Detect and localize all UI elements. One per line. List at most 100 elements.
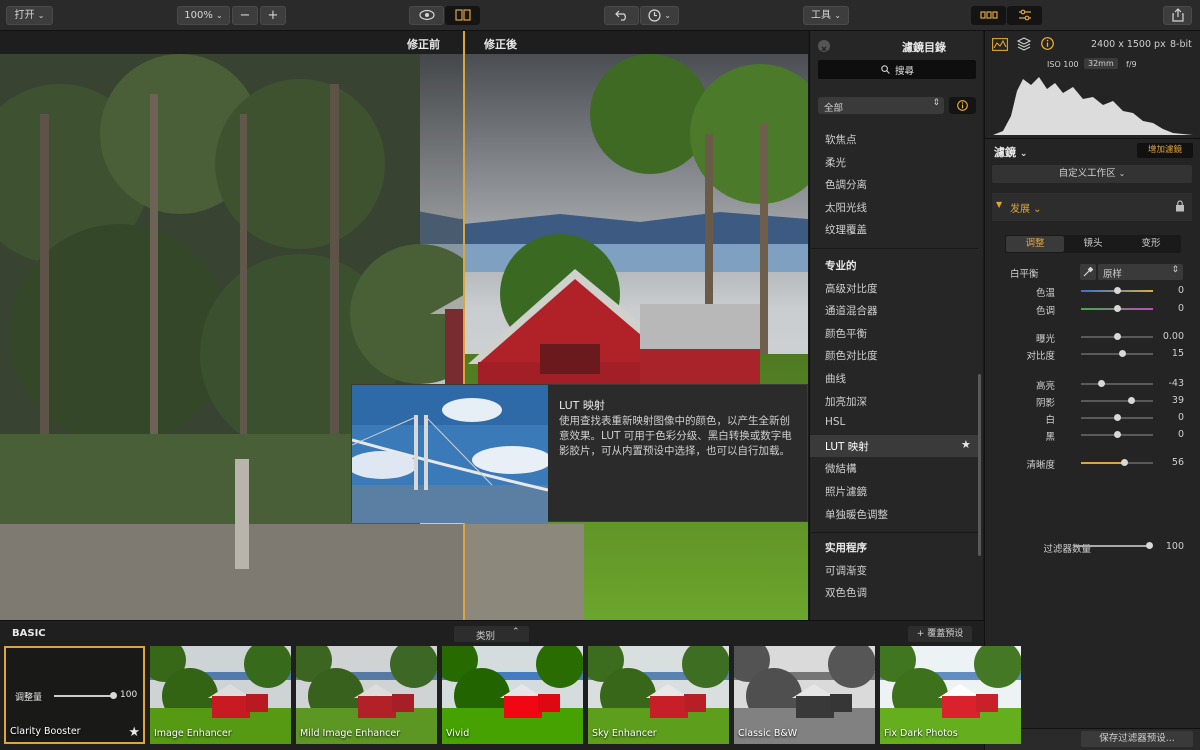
slider-knob[interactable] xyxy=(1097,380,1105,387)
preset-thumbnail[interactable]: Mild Image Enhancer xyxy=(296,646,437,744)
tab-lens[interactable]: 镜头 xyxy=(1064,236,1122,252)
overlay-preset-button[interactable]: + 覆蓋預设 xyxy=(908,626,972,642)
catalog-filter-item[interactable]: 微結構 xyxy=(825,461,857,476)
catalog-filter-item[interactable]: 柔光 xyxy=(825,155,846,170)
save-filter-preset-button[interactable]: 保存过滤器预设... xyxy=(1081,731,1193,747)
preset-thumbnail[interactable]: Classic B&W xyxy=(734,646,875,744)
layers-icon[interactable] xyxy=(1017,37,1031,51)
zoom-in-button[interactable]: + xyxy=(260,6,286,25)
split-view-button[interactable] xyxy=(445,6,480,25)
adjustment-slider[interactable] xyxy=(1081,397,1153,404)
preset-amount-knob[interactable] xyxy=(110,692,117,699)
workspace-select[interactable]: 自定义工作区 ⌄ xyxy=(992,165,1192,183)
info-icon[interactable] xyxy=(1041,37,1054,50)
catalog-filter-item[interactable]: 软焦点 xyxy=(825,132,857,147)
preset-amount-slider[interactable] xyxy=(54,692,117,699)
catalog-filter-item[interactable]: 可调渐变 xyxy=(825,563,867,578)
favorite-star-icon[interactable]: ★ xyxy=(961,438,971,451)
adjustments-toggle-button[interactable] xyxy=(1007,6,1042,25)
catalog-filter-item[interactable]: 加亮加深 xyxy=(825,394,867,409)
catalog-filter-item[interactable]: 颜色平衡 xyxy=(825,326,867,341)
chevron-up-icon: ⌃ xyxy=(512,627,520,637)
lock-icon[interactable] xyxy=(1175,200,1185,212)
adjustment-slider[interactable] xyxy=(1081,350,1153,357)
tab-adjust[interactable]: 调整 xyxy=(1006,236,1064,252)
adjustment-slider[interactable] xyxy=(1081,380,1153,387)
filter-tooltip: LUT 映射 使用查找表重新映射图像中的颜色，以产生全新创意效果。LUT 可用于… xyxy=(351,384,808,523)
preset-thumbnail[interactable]: Vivid xyxy=(442,646,583,744)
catalog-filter-item[interactable]: 照片濾鏡 xyxy=(825,484,867,499)
chevron-down-icon: ⌄ xyxy=(37,11,45,20)
slider-knob[interactable] xyxy=(1120,459,1128,466)
catalog-category-select[interactable]: 全部 ⇕ xyxy=(818,97,944,114)
adjustment-slider[interactable] xyxy=(1081,333,1153,340)
history-button[interactable]: ⌄ xyxy=(640,6,679,25)
preset-thumbnail[interactable]: Image Enhancer xyxy=(150,646,291,744)
before-image xyxy=(0,54,464,620)
preset-category-select[interactable]: 类别 ⌃ xyxy=(454,626,529,642)
develop-section-header[interactable]: ▼ 发展 ⌄ xyxy=(992,193,1192,221)
catalog-filter-item[interactable]: 双色色调 xyxy=(825,585,867,600)
catalog-filter-item[interactable]: 色調分离 xyxy=(825,177,867,192)
catalog-filter-item[interactable]: HSL xyxy=(825,416,845,428)
histogram-icon[interactable] xyxy=(992,38,1008,51)
eyedropper-button[interactable] xyxy=(1080,264,1096,280)
tab-transform[interactable]: 变形 xyxy=(1122,236,1180,252)
clock-icon xyxy=(648,8,661,22)
adjustment-slider[interactable] xyxy=(1081,431,1153,438)
catalog-search-field[interactable]: 搜尋 xyxy=(818,60,976,79)
bit-depth: 8-bit xyxy=(1170,39,1192,50)
slider-knob[interactable] xyxy=(1113,414,1121,421)
catalog-filter-item[interactable]: 曲线 xyxy=(825,371,846,386)
tools-menu-button[interactable]: 工具 ⌄ xyxy=(803,6,849,25)
preset-thumbnail[interactable]: Fix Dark Photos xyxy=(880,646,1021,744)
preset-thumbnail[interactable]: 调整量 100 ★ Clarity Booster xyxy=(4,646,145,744)
filter-amount-label: 过滤器数量 xyxy=(1043,544,1091,555)
preset-group-label: BASIC xyxy=(12,628,46,639)
white-balance-select[interactable]: 原样 ⇕ xyxy=(1098,264,1183,280)
undo-button[interactable] xyxy=(604,6,639,25)
slider-knob[interactable] xyxy=(1113,305,1121,312)
zoom-select[interactable]: 100% ⌄ xyxy=(177,6,230,25)
slider-knob[interactable] xyxy=(1113,431,1121,438)
adjustments-panel: 2400 x 1500 px 8-bit ISO 100 32mm f/9 濾鏡… xyxy=(984,31,1200,750)
slider-label: 色调 xyxy=(1035,306,1055,317)
adjustment-slider[interactable] xyxy=(1081,459,1153,466)
adjustment-slider[interactable] xyxy=(1081,305,1153,312)
catalog-filter-item[interactable]: LUT 映射 xyxy=(825,439,869,454)
filter-amount-value: 100 xyxy=(1165,541,1184,552)
catalog-filter-item[interactable]: 高级对比度 xyxy=(825,281,878,296)
share-icon xyxy=(1171,8,1184,22)
catalog-filter-item[interactable]: 太阳光线 xyxy=(825,200,867,215)
zoom-out-button[interactable]: − xyxy=(232,6,258,25)
filters-title[interactable]: 濾鏡 ⌄ xyxy=(994,144,1027,160)
adjustment-slider[interactable] xyxy=(1081,414,1153,421)
catalog-filter-item[interactable]: 通道混合器 xyxy=(825,303,878,318)
catalog-filter-item[interactable]: 纹理覆盖 xyxy=(825,222,867,237)
catalog-scrollbar[interactable] xyxy=(978,374,981,556)
slider-knob[interactable] xyxy=(1113,287,1121,294)
add-filter-button[interactable]: 增加濾鏡 xyxy=(1137,143,1193,158)
slider-knob[interactable] xyxy=(1119,350,1127,357)
chevron-down-icon: ⌄ xyxy=(1118,169,1126,178)
image-canvas[interactable] xyxy=(0,54,808,620)
slider-label: 曝光 xyxy=(1035,334,1055,345)
filter-amount-knob[interactable] xyxy=(1145,542,1153,549)
close-catalog-button[interactable] xyxy=(818,40,830,52)
slider-knob[interactable] xyxy=(1127,397,1135,404)
share-button[interactable] xyxy=(1163,6,1192,25)
preset-amount-value: 100 xyxy=(120,690,138,700)
catalog-filter-item[interactable]: 颜色对比度 xyxy=(825,348,878,363)
slider-knob[interactable] xyxy=(1113,333,1121,340)
preview-eye-button[interactable] xyxy=(409,6,444,25)
presets-toggle-button[interactable] xyxy=(971,6,1006,25)
preset-thumbnail[interactable]: Sky Enhancer xyxy=(588,646,729,744)
adjustment-slider[interactable] xyxy=(1081,287,1153,294)
catalog-info-button[interactable] xyxy=(949,97,976,114)
open-button[interactable]: 打开 ⌄ xyxy=(6,6,53,25)
filter-amount-slider[interactable] xyxy=(1075,542,1153,549)
catalog-filter-item[interactable]: 单独暖色调整 xyxy=(825,507,888,522)
favorite-star-icon[interactable]: ★ xyxy=(128,725,140,740)
split-view-icon xyxy=(454,9,471,21)
compare-split-handle[interactable] xyxy=(463,31,465,620)
